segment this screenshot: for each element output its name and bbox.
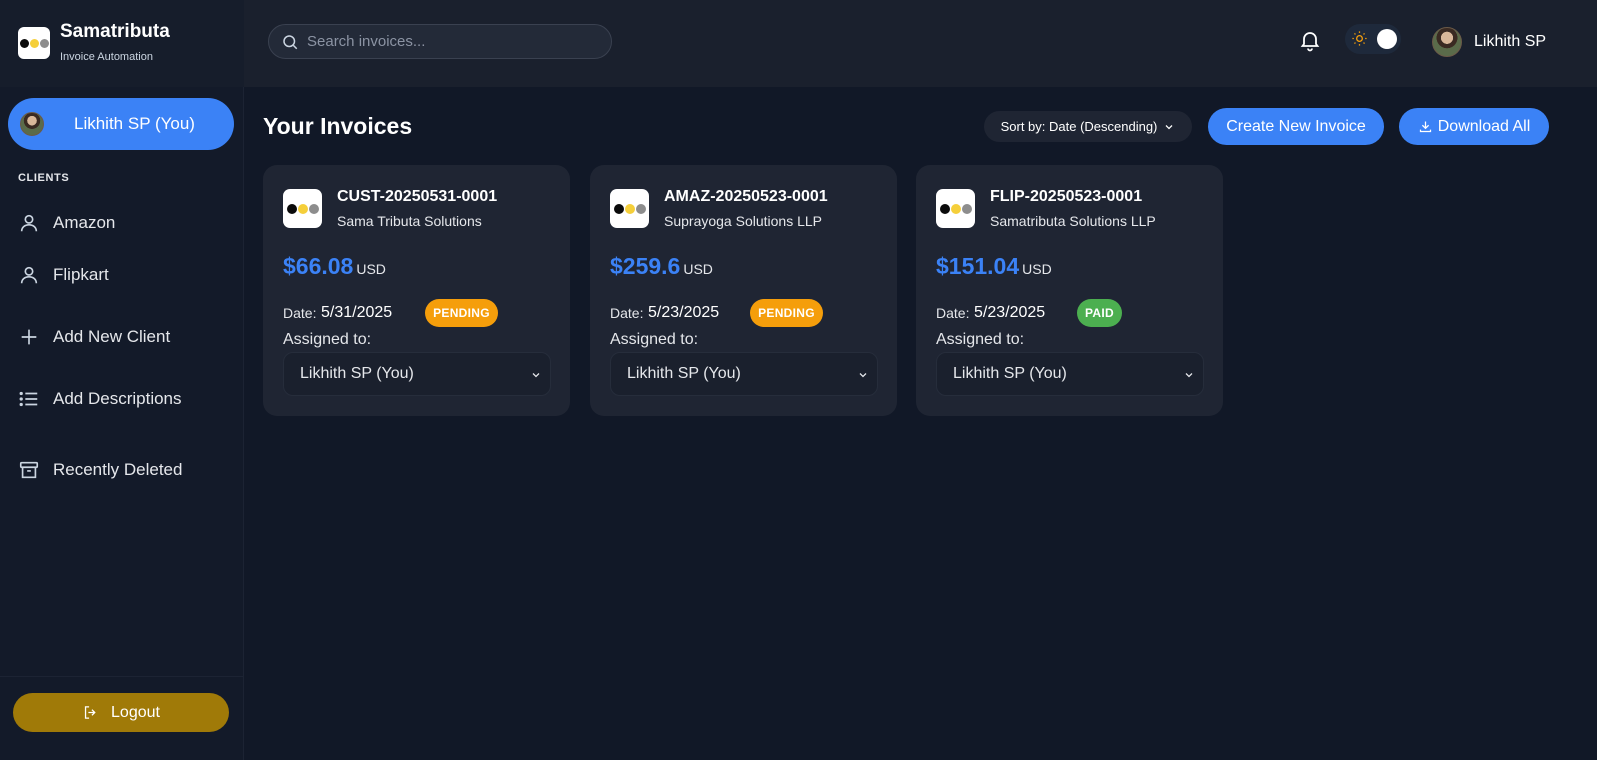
company-logo [936, 189, 975, 228]
create-label: Create New Invoice [1226, 117, 1366, 135]
plus-icon [21, 329, 37, 345]
toggle-knob [1377, 29, 1397, 49]
recently-deleted-button[interactable]: Recently Deleted [18, 454, 228, 486]
sidebar-item-label: Add New Client [53, 327, 171, 346]
assignee-value: Likhith SP (You) [300, 365, 414, 382]
search-input[interactable] [307, 33, 597, 50]
list-icon [19, 391, 38, 407]
logout-label: Logout [111, 703, 160, 721]
assigned-label: Assigned to: [283, 331, 372, 348]
sidebar-item-label: Flipkart [53, 265, 109, 284]
user-name: Likhith SP [1474, 33, 1547, 50]
download-label: Download All [1437, 117, 1531, 135]
assignee-value: Likhith SP (You) [627, 365, 741, 382]
invoice-id: FLIP-20250523-0001 [990, 188, 1143, 205]
invoice-company: Sama Tributa Solutions [337, 213, 482, 229]
invoice-card[interactable]: AMAZ-20250523-0001 Suprayoga Solutions L… [590, 165, 897, 416]
status-badge: PENDING [750, 299, 823, 327]
assignee-select[interactable]: Likhith SP (You) [936, 352, 1204, 396]
sidebar-item-flipkart[interactable]: Flipkart [18, 259, 228, 291]
sun-icon [1352, 31, 1367, 46]
date-label: Date: [936, 305, 970, 321]
chevron-down-icon [1185, 373, 1193, 378]
date-label: Date: [283, 305, 317, 321]
invoice-card[interactable]: FLIP-20250523-0001 Samatributa Solutions… [916, 165, 1223, 416]
assigned-label: Assigned to: [936, 331, 1025, 348]
search-icon [283, 34, 298, 49]
sidebar-current-user-label: Likhith SP (You) [74, 114, 195, 133]
logout-button[interactable]: Logout [13, 693, 229, 732]
invoice-company: Suprayoga Solutions LLP [664, 213, 822, 229]
user-icon [20, 214, 38, 232]
avatar [20, 112, 44, 136]
invoice-amount-value: $259.6 [610, 253, 681, 279]
user-icon [20, 266, 38, 284]
download-icon [1419, 121, 1431, 133]
sidebar-item-label: Add Descriptions [53, 389, 182, 408]
search-box[interactable] [268, 24, 612, 59]
assignee-value: Likhith SP (You) [953, 365, 1067, 382]
create-new-invoice-button[interactable]: Create New Invoice [1208, 108, 1384, 145]
status-badge: PAID [1077, 299, 1122, 327]
sidebar-item-amazon[interactable]: Amazon [18, 207, 228, 239]
assigned-label: Assigned to: [610, 331, 699, 348]
assignee-select[interactable]: Likhith SP (You) [610, 352, 878, 396]
invoice-amount: $259.6 USD [610, 253, 713, 280]
invoice-date: 5/23/2025 [974, 304, 1046, 321]
company-logo [283, 189, 322, 228]
sidebar-item-label: Recently Deleted [53, 460, 183, 479]
invoice-company: Samatributa Solutions LLP [990, 213, 1156, 229]
download-all-button[interactable]: Download All [1399, 108, 1549, 145]
divider [0, 676, 244, 677]
assignee-select[interactable]: Likhith SP (You) [283, 352, 551, 396]
bell-icon[interactable] [1298, 28, 1322, 52]
company-logo [610, 189, 649, 228]
invoice-card[interactable]: CUST-20250531-0001 Sama Tributa Solution… [263, 165, 570, 416]
user-menu[interactable]: Likhith SP [1432, 27, 1546, 57]
invoice-currency: USD [683, 261, 713, 277]
invoice-date: 5/23/2025 [648, 304, 720, 321]
invoice-amount: $151.04 USD [936, 253, 1052, 280]
chevron-down-icon [1165, 124, 1173, 129]
sidebar: Samatributa Invoice Automation Likhith S… [0, 0, 244, 760]
invoice-id: AMAZ-20250523-0001 [664, 188, 828, 205]
invoice-amount-value: $151.04 [936, 253, 1020, 279]
top-bar: Likhith SP [244, 0, 1597, 87]
brand-name: Samatributa [60, 21, 170, 42]
sidebar-current-user[interactable]: Likhith SP (You) [8, 98, 234, 150]
avatar [1432, 27, 1462, 57]
add-descriptions-button[interactable]: Add Descriptions [18, 383, 228, 415]
chevron-down-icon [859, 373, 867, 378]
archive-icon [19, 461, 39, 479]
theme-toggle[interactable] [1345, 24, 1401, 54]
clients-heading: CLIENTS [18, 172, 70, 184]
invoice-amount-value: $66.08 [283, 253, 354, 279]
invoice-amount: $66.08 USD [283, 253, 386, 280]
logout-icon [84, 706, 96, 719]
status-badge: PENDING [425, 299, 498, 327]
chevron-down-icon [532, 373, 540, 378]
sidebar-item-label: Amazon [53, 213, 116, 232]
brand-subtitle: Invoice Automation [60, 51, 153, 63]
invoice-currency: USD [356, 261, 386, 277]
sort-label: Sort by: Date (Descending) [1000, 119, 1158, 134]
date-label: Date: [610, 305, 644, 321]
brand-header: Samatributa Invoice Automation [0, 0, 244, 87]
page-title: Your Invoices [263, 113, 413, 139]
brand-logo [18, 27, 50, 59]
sort-dropdown[interactable]: Sort by: Date (Descending) [984, 111, 1192, 142]
add-new-client-button[interactable]: Add New Client [18, 321, 228, 353]
invoice-date: 5/31/2025 [321, 304, 393, 321]
invoice-currency: USD [1022, 261, 1052, 277]
invoice-id: CUST-20250531-0001 [337, 188, 498, 205]
